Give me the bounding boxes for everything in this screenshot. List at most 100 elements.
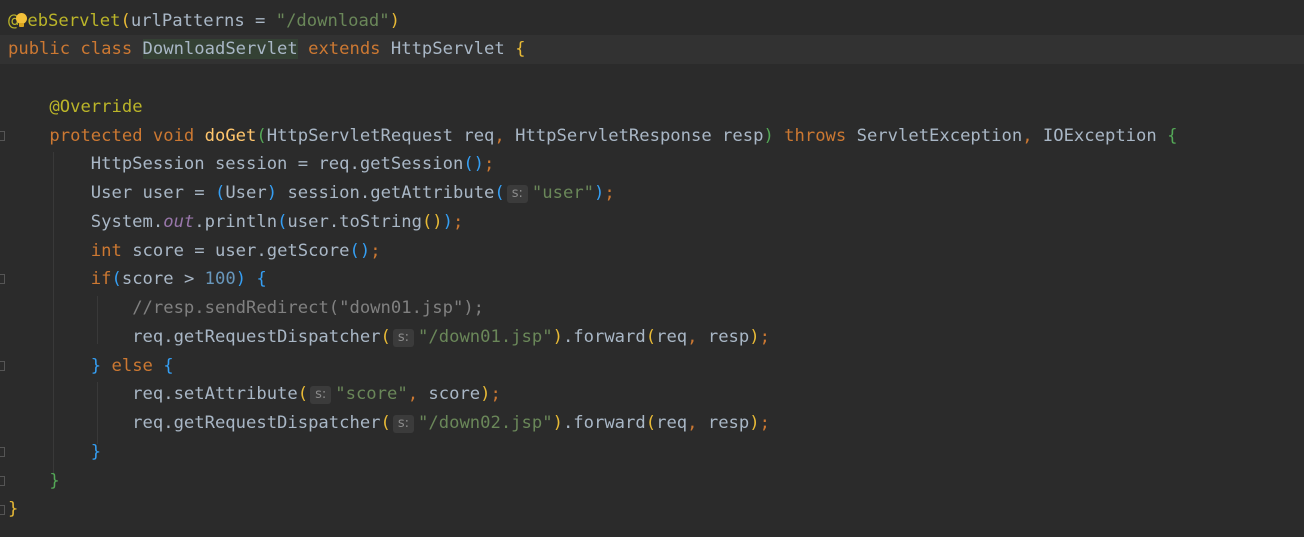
fold-marker-icon[interactable] — [0, 476, 5, 486]
fold-marker-icon[interactable] — [0, 131, 5, 141]
code-line[interactable]: } — [8, 438, 101, 466]
code-token: ) — [594, 183, 605, 203]
code-line[interactable]: req.setAttribute(s: "score", score); — [8, 380, 501, 408]
parameter-hint: s: — [506, 185, 528, 203]
code-token: ) — [266, 183, 278, 203]
code-token: ) — [235, 269, 247, 289]
code-token: "user" — [531, 183, 595, 203]
code-token: ( — [214, 183, 226, 203]
code-token: ) — [749, 327, 760, 347]
code-line[interactable]: @ ebServlet(urlPatterns = "/download") — [8, 7, 400, 35]
parameter-hint: s: — [392, 415, 415, 433]
code-token: urlPatterns = — [130, 11, 276, 31]
code-token: , — [494, 126, 516, 146]
code-line[interactable]: System.out.println(user.toString()); — [8, 208, 464, 236]
code-line[interactable]: User user = (User) session.getAttribute(… — [8, 179, 615, 207]
code-token: ) — [763, 126, 774, 146]
code-token: , — [1022, 126, 1043, 146]
code-token: //resp.sendRedirect("down01.jsp"); — [132, 298, 485, 318]
code-line[interactable]: HttpSession session = req.getSession(); — [8, 150, 495, 178]
code-token: protected void — [49, 126, 205, 146]
code-token: .forward — [562, 327, 646, 347]
code-token: ( — [297, 384, 309, 404]
code-line[interactable]: @Override — [8, 93, 143, 121]
code-line[interactable]: protected void doGet(HttpServletRequest … — [8, 122, 1177, 150]
code-token: ( — [380, 327, 391, 347]
code-editor[interactable]: @ ebServlet(urlPatterns = "/download") pub… — [0, 0, 1304, 537]
code-token: req.getRequestDispatcher — [8, 327, 381, 347]
code-line[interactable]: req.getRequestDispatcher(s: "/down01.jsp"… — [8, 323, 770, 351]
code-token: ServletException — [856, 126, 1023, 146]
code-token: , — [687, 413, 708, 433]
code-token: resp — [707, 327, 750, 347]
code-line[interactable]: int score = user.getScore(); — [8, 237, 381, 265]
code-token: ) — [552, 327, 563, 347]
editor-gutter — [0, 0, 8, 537]
code-token: () — [349, 241, 371, 261]
code-token: .println — [194, 212, 278, 232]
code-token: } — [90, 442, 102, 462]
code-token: ; — [490, 384, 501, 404]
code-token: ) — [749, 413, 760, 433]
code-line[interactable]: req.getRequestDispatcher(s: "/down02.jsp"… — [8, 409, 770, 437]
code-line[interactable]: //resp.sendRedirect("down01.jsp"); — [8, 294, 484, 322]
fold-marker-icon[interactable] — [0, 505, 5, 515]
code-token: score = user.getScore — [132, 241, 350, 261]
code-token: .forward — [562, 413, 646, 433]
code-token: ( — [380, 413, 391, 433]
code-token: 100 — [204, 269, 236, 289]
parameter-hint: s: — [310, 386, 332, 404]
code-line[interactable]: } else { — [8, 352, 174, 380]
code-token: ( — [645, 413, 657, 433]
code-token: req — [656, 413, 688, 433]
code-token: User user = — [8, 183, 215, 203]
code-token: User — [225, 183, 267, 203]
code-token: user.toString — [287, 212, 422, 232]
code-line[interactable]: } — [8, 467, 59, 495]
code-token: ; — [453, 212, 464, 232]
fold-marker-icon[interactable] — [0, 361, 5, 371]
code-token: } — [8, 499, 19, 519]
code-token: () — [463, 154, 485, 174]
code-token: @Override — [49, 97, 143, 117]
code-token: { — [515, 39, 526, 59]
code-token: , — [687, 327, 708, 347]
code-token: session.getAttribute — [277, 183, 495, 203]
code-token: HttpServlet — [390, 39, 516, 59]
code-token: { — [256, 269, 267, 289]
code-token: () — [421, 212, 443, 232]
code-token: { — [163, 356, 174, 376]
fold-marker-icon[interactable] — [0, 447, 5, 457]
intention-bulb-icon[interactable] — [15, 12, 28, 28]
code-line[interactable]: public class DownloadServlet extends Htt… — [8, 35, 525, 63]
code-token: doGet — [204, 126, 257, 146]
code-token: HttpServletRequest req — [266, 126, 495, 146]
code-token: int — [90, 241, 133, 261]
code-token: ; — [759, 413, 770, 433]
code-line[interactable]: } — [8, 495, 18, 523]
code-token: } — [90, 356, 102, 376]
code-token: ) — [389, 11, 400, 31]
code-token: "/down01.jsp" — [418, 327, 553, 347]
code-token: "/download" — [275, 11, 390, 31]
code-token: HttpSession session = req.getSession — [8, 154, 464, 174]
code-token: ( — [277, 212, 288, 232]
code-token: out — [163, 212, 195, 232]
code-token: req.getRequestDispatcher — [8, 413, 381, 433]
code-token: ) — [552, 413, 563, 433]
code-token: { — [1167, 126, 1178, 146]
code-line[interactable]: if(score > 100) { — [8, 265, 267, 293]
code-token: ( — [494, 183, 505, 203]
code-token: else — [101, 356, 164, 376]
code-token: ( — [120, 11, 131, 31]
code-token: ) — [442, 212, 454, 232]
fold-marker-icon[interactable] — [0, 274, 5, 284]
